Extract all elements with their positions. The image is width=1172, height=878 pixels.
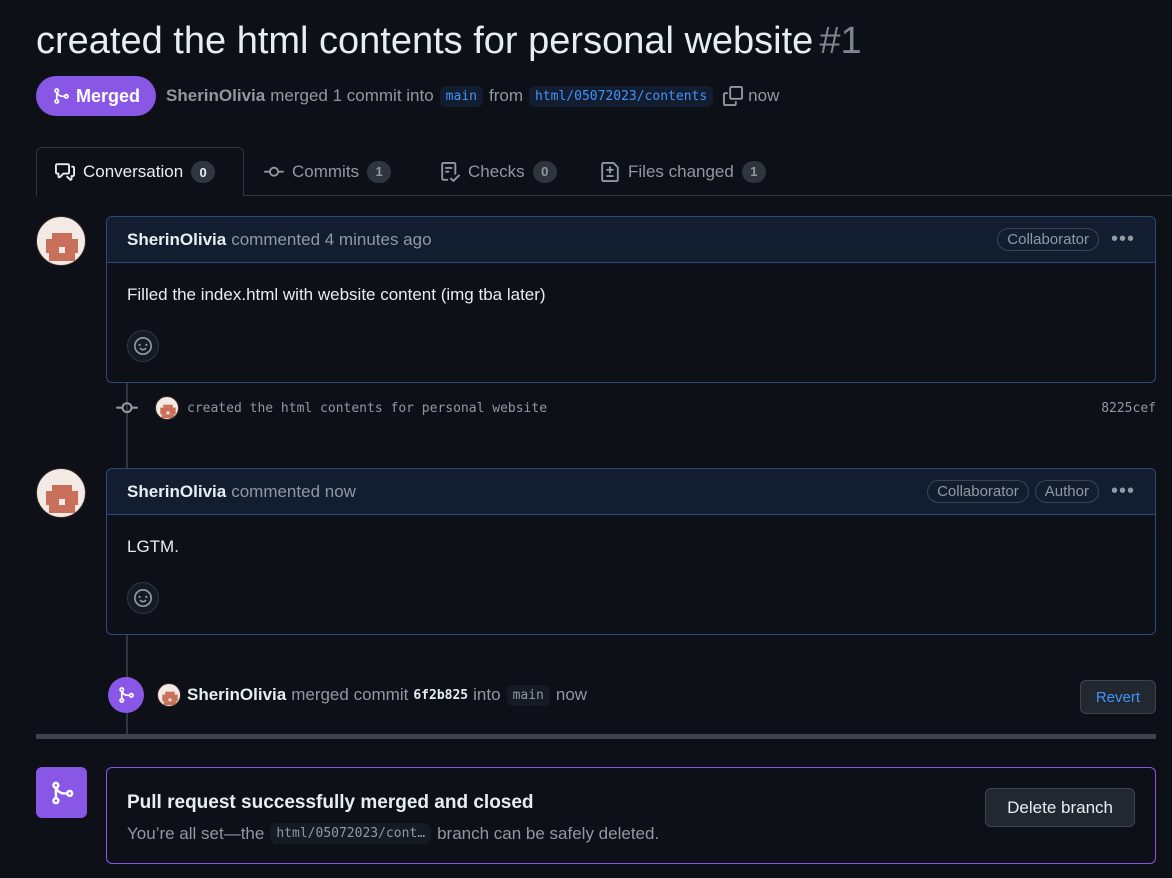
- tab-counter: 1: [367, 160, 392, 183]
- timeline-divider: [36, 734, 1156, 739]
- tab-counter: 1: [741, 160, 766, 183]
- state-label: Merged: [76, 85, 141, 106]
- base-branch[interactable]: main: [439, 85, 483, 107]
- merge-status-heading: Pull request successfully merged and clo…: [127, 792, 534, 813]
- merge-event-badge: [108, 677, 144, 713]
- tab-checks[interactable]: Checks 0: [422, 147, 575, 196]
- merge-commit-link[interactable]: 6f2b825: [413, 688, 468, 703]
- comment-card: SherinOlivia commented now Collaborator …: [106, 468, 1156, 635]
- file-diff-icon: [601, 161, 619, 182]
- tab-commits[interactable]: Commits 1: [246, 147, 409, 196]
- tab-label: Commits: [292, 161, 360, 181]
- tab-label: Conversation: [83, 162, 184, 181]
- tab-conversation[interactable]: Conversation 0: [36, 147, 244, 197]
- commit-message-link[interactable]: created the html contents for personal w…: [187, 401, 547, 416]
- git-merge-icon: [51, 781, 73, 804]
- commit-sha-link[interactable]: 8225cef: [1101, 401, 1156, 416]
- comment-timestamp[interactable]: commented now: [231, 482, 356, 502]
- merge-time[interactable]: now: [556, 685, 587, 705]
- smiley-icon: [134, 337, 152, 355]
- pr-tabs: Conversation 0 Commits 1 Checks 0 Files …: [36, 147, 1172, 197]
- comment-body: LGTM.: [127, 537, 179, 556]
- tab-counter: 0: [532, 160, 557, 183]
- tab-counter: 0: [191, 161, 216, 183]
- merge-target-branch[interactable]: main: [506, 684, 550, 706]
- avatar[interactable]: [36, 468, 86, 518]
- add-reaction-button[interactable]: [127, 330, 159, 362]
- avatar[interactable]: [36, 216, 86, 266]
- pr-number: #1: [819, 20, 862, 62]
- comment-body: Filled the index.html with website conte…: [127, 285, 546, 304]
- merged-state-badge: Merged: [36, 76, 157, 116]
- collaborator-label: Collaborator: [997, 228, 1099, 251]
- comment-author[interactable]: SherinOlivia: [127, 482, 226, 502]
- add-reaction-button[interactable]: [127, 582, 159, 614]
- git-merge-icon: [54, 88, 69, 104]
- sub-suffix: branch can be safely deleted.: [437, 823, 660, 843]
- comment-card: SherinOlivia commented 4 minutes ago Col…: [106, 216, 1156, 383]
- tab-label: Checks: [468, 161, 525, 181]
- revert-button[interactable]: Revert: [1079, 680, 1156, 714]
- sub-prefix: You’re all set—the: [127, 823, 265, 843]
- collaborator-label: Collaborator: [927, 480, 1029, 503]
- kebab-horizontal-icon[interactable]: •••: [1111, 480, 1135, 503]
- from-text: from: [488, 86, 523, 105]
- merge-status-box: Pull request successfully merged and clo…: [106, 767, 1156, 864]
- comment-author[interactable]: SherinOlivia: [127, 230, 226, 250]
- comment-discussion-icon: [55, 163, 75, 181]
- delete-branch-button[interactable]: Delete branch: [985, 788, 1135, 827]
- checklist-icon: [441, 161, 460, 182]
- copy-icon[interactable]: [723, 86, 744, 106]
- comment-header: SherinOlivia commented now Collaborator …: [107, 469, 1155, 515]
- pr-title: created the html contents for personal w…: [36, 20, 862, 63]
- pr-author-link[interactable]: SherinOlivia: [166, 86, 265, 106]
- pr-meta: Merged SherinOlivia merged 1 commit into…: [36, 76, 779, 116]
- tab-files-changed[interactable]: Files changed 1: [582, 147, 784, 196]
- avatar[interactable]: [157, 683, 181, 707]
- head-branch[interactable]: html/05072023/contents: [528, 85, 714, 107]
- comment-header: SherinOlivia commented 4 minutes ago Col…: [107, 217, 1155, 263]
- smiley-icon: [134, 589, 152, 607]
- into-text: into: [473, 685, 501, 704]
- merge-event: SherinOlivia merged commit 6f2b825 into …: [108, 677, 1156, 714]
- merge-author-link[interactable]: SherinOlivia: [187, 685, 286, 705]
- merge-status-subtext: You’re all set—the html/05072023/cont… b…: [127, 823, 659, 844]
- tab-label: Files changed: [628, 161, 734, 181]
- avatar[interactable]: [155, 396, 179, 420]
- git-merge-icon: [119, 687, 134, 703]
- git-commit-icon: [264, 166, 284, 177]
- merge-status-icon: [36, 767, 87, 818]
- deletable-branch[interactable]: html/05072023/cont…: [270, 823, 432, 844]
- git-commit-icon: [116, 402, 138, 414]
- author-label: Author: [1034, 480, 1099, 503]
- kebab-horizontal-icon[interactable]: •••: [1111, 228, 1135, 251]
- summary-text: merged 1 commit into: [270, 86, 434, 105]
- pr-title-text: created the html contents for personal w…: [36, 20, 814, 62]
- comment-timestamp[interactable]: commented 4 minutes ago: [231, 230, 431, 250]
- merge-text: merged commit: [291, 685, 409, 704]
- commit-row: created the html contents for personal w…: [116, 393, 1156, 423]
- pr-time: now: [748, 86, 780, 105]
